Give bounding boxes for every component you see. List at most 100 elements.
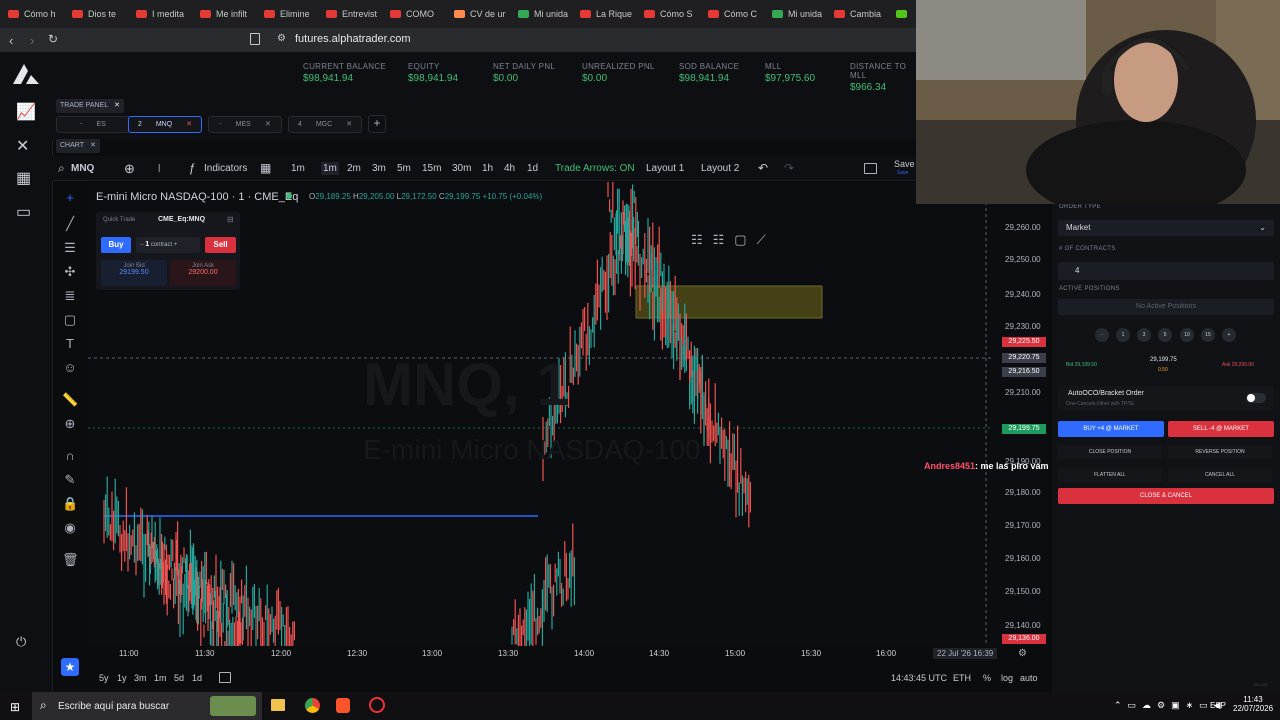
favorites-icon[interactable]: ★ [61,658,79,676]
browser-tab[interactable]: Elimine [264,4,322,24]
join-bid-button[interactable]: Join Bid 29199.50 [101,260,167,286]
rectangle-icon[interactable]: ▢ [62,312,78,328]
pitchfork-icon[interactable]: ✣ [62,264,78,280]
timeframe-1m[interactable]: 1m [291,163,305,174]
close-icon[interactable]: ✕ [90,139,96,153]
qty-stepper[interactable]: − 1 contract + [136,237,200,253]
browser-tab[interactable]: Dios te [72,4,130,24]
indicators-button[interactable]: Indicators [204,163,247,174]
order-type-select[interactable]: Market ⌄ [1058,220,1274,236]
url-field[interactable]: futures.alphatrader.com [295,33,411,45]
back-icon[interactable]: ‹ [9,33,13,48]
browser-tab[interactable]: CV de ur [454,4,512,24]
search-icon[interactable]: ⌕ [58,161,65,176]
close-icon[interactable]: ✕ [186,121,192,128]
qty-3-button[interactable]: 3 [1137,328,1151,342]
drawing-settings-toolbar[interactable]: ☷☷▢⟋ [691,232,776,248]
indicators-icon[interactable]: ƒ [189,161,196,175]
magnet-icon[interactable]: ∩ [62,448,78,463]
auto-toggle[interactable]: auto [1020,673,1038,683]
range-1m[interactable]: 1m [154,673,167,683]
contracts-input[interactable]: 4 [1058,262,1274,280]
trades-icon[interactable]: ✕ [16,136,29,156]
chart-settings-icon[interactable]: ⚙ [1018,648,1027,659]
browser-tab[interactable] [896,4,912,24]
browser-tab[interactable]: COMO [390,4,448,24]
trash-icon[interactable]: 🗑 [62,552,79,568]
trade-arrows-toggle[interactable]: Trade Arrows: ON [555,163,635,174]
fib-icon[interactable]: ≣ [62,288,78,304]
horizontal-lines-icon[interactable]: ☰ [62,240,78,256]
cancel-all-button[interactable]: CANCEL ALL [1168,468,1272,482]
range-5y[interactable]: 5y [99,673,109,683]
bracket-toggle[interactable] [1246,393,1266,403]
qty-minus-button[interactable]: - [1095,328,1109,342]
time-axis[interactable]: 11:00 11:30 12:00 12:30 13:00 13:30 14:00 14:30… [88,646,1048,666]
taskbar-search[interactable]: ⌕ Escribe aquí para buscar [32,692,262,720]
timeframe-1m-active[interactable]: 1m [321,162,339,175]
close-position-button[interactable]: CLOSE POSITION [1058,445,1162,459]
ruler-icon[interactable]: 📏 [62,392,78,408]
language-indicator[interactable]: ESP [1210,701,1226,710]
add-tab-button[interactable]: + [368,115,386,133]
symbol-tab-mnq[interactable]: 2 MNQ ✕ [128,116,202,133]
bookmark-icon[interactable] [250,33,260,45]
utc-clock[interactable]: 14:43:45 UTC [891,673,947,683]
join-ask-button[interactable]: Join Ask 29200.00 [170,260,236,286]
timeframe-5m[interactable]: 5m [397,163,411,174]
brave-icon[interactable] [336,698,350,713]
close-icon[interactable]: ✕ [346,121,352,128]
pencil-lock-icon[interactable]: ✎ [62,472,78,488]
browser-tab[interactable]: La Rique [580,4,638,24]
zoom-icon[interactable]: ⊕ [62,416,78,432]
templates-icon[interactable]: ▦ [260,161,271,175]
trend-line-icon[interactable]: ╱ [62,216,78,232]
browser-tab[interactable]: I medita [136,4,194,24]
timeframe-3m[interactable]: 3m [372,163,386,174]
timeframe-1d[interactable]: 1d [527,163,538,174]
qty-15-button[interactable]: 15 [1201,328,1215,342]
timeframe-2m[interactable]: 2m [347,163,361,174]
layout-1-button[interactable]: Layout 1 [646,163,684,174]
timeframe-30m[interactable]: 30m [452,163,471,174]
file-explorer-icon[interactable] [271,699,285,711]
timeframe-4h[interactable]: 4h [504,163,515,174]
chart-tab[interactable]: CHART ✕ [56,139,100,153]
compare-icon[interactable]: ⊕ [124,161,135,177]
calculator-icon[interactable]: ▦ [16,168,31,188]
log-toggle[interactable]: log [1001,673,1013,683]
collapse-icon[interactable]: ⊟ [227,215,234,224]
timeframe-15m[interactable]: 15m [422,163,441,174]
candle-type-icon[interactable]: ⧘ [158,161,161,176]
calendar-icon[interactable] [219,672,231,683]
browser-tab[interactable]: Cómo C [708,4,766,24]
browser-tab[interactable]: Me infilt [200,4,258,24]
qty-5-button[interactable]: 5 [1158,328,1172,342]
symbol-search[interactable]: MNQ [71,163,94,174]
close-cancel-button[interactable]: CLOSE & CANCEL [1058,488,1274,504]
chrome-icon[interactable] [305,698,320,713]
symbol-tab-es[interactable]: - ES [56,116,130,133]
qty-10-button[interactable]: 10 [1180,328,1194,342]
buy-market-button[interactable]: BUY +4 @ MARKET [1058,421,1164,437]
obs-icon[interactable] [369,697,385,713]
layout-2-button[interactable]: Layout 2 [701,163,739,174]
undo-icon[interactable]: ↶ [758,161,768,175]
reload-icon[interactable]: ↻ [48,32,58,46]
eye-icon[interactable]: ◉ [62,520,78,536]
lock-icon[interactable]: 🔒 [62,496,78,512]
percent-toggle[interactable]: % [983,673,991,683]
range-3m[interactable]: 3m [134,673,147,683]
save-button[interactable]: Save [894,159,915,169]
timeframe-1h[interactable]: 1h [482,163,493,174]
quick-sell-button[interactable]: Sell [205,237,236,253]
browser-tab[interactable]: Cambia [834,4,894,24]
redo-icon[interactable]: ↷ [784,161,794,175]
clock[interactable]: 11:43 22/07/2026 [1233,695,1273,713]
chart-icon[interactable]: 📈 [16,102,36,122]
browser-tab[interactable]: Cómo S [644,4,702,24]
symbol-tab-mes[interactable]: - MES ✕ [208,116,282,133]
reverse-position-button[interactable]: REVERSE POSITION [1168,445,1272,459]
browser-tab[interactable]: Mi unida [518,4,576,24]
sell-market-button[interactable]: SELL -4 @ MARKET [1168,421,1274,437]
